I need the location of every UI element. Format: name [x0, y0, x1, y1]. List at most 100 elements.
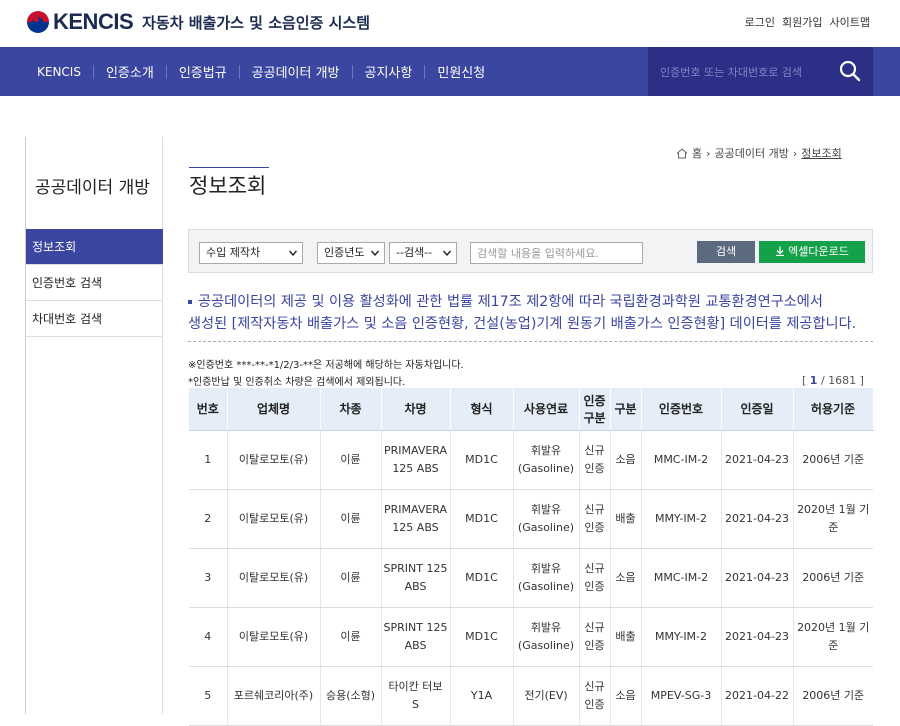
search-field-select[interactable]: --검색--: [389, 242, 457, 264]
divider: [188, 341, 873, 342]
table-row[interactable]: 4 이탈로모토(유) 이륜 SPRINT 125 ABS MD1C 휘발유(Gasolin…: [189, 607, 873, 667]
cell-cert-date: 2021-04-23: [721, 607, 794, 667]
col-header-vehicle-type: 차종: [320, 388, 382, 431]
cell-cert-number: MPEV-SG-3: [641, 666, 722, 726]
cell-model: 타이칸 터보 S: [381, 666, 451, 726]
sidebar-title: 공공데이터 개방: [35, 178, 150, 198]
col-header-company: 업체명: [227, 388, 321, 431]
chevron-down-icon: [289, 250, 297, 256]
logo-text: KENCIS: [53, 9, 134, 34]
nav-item-intro[interactable]: 인증소개: [94, 62, 166, 81]
cell-format: MD1C: [450, 607, 514, 667]
total-pages: / 1681: [820, 374, 857, 387]
col-header-cert-date: 인증일: [721, 388, 794, 431]
global-search-input[interactable]: [658, 63, 833, 81]
cell-format: MD1C: [450, 430, 514, 490]
chevron-right-icon: ›: [706, 146, 711, 160]
sidebar-item-cert-number-search[interactable]: 인증번호 검색: [26, 265, 163, 301]
certification-table: 번호 업체명 차종 차명 형식 사용연료 인증구분 구분 인증번호 인증일 허용…: [189, 388, 874, 726]
search-field-value: --검색--: [396, 246, 433, 259]
cell-no: 4: [189, 607, 228, 667]
cell-fuel: 휘발유(Gasoline): [513, 607, 580, 667]
table-row[interactable]: 3 이탈로모토(유) 이륜 SPRINT 125 ABS MD1C 휘발유(Gasolin…: [189, 548, 873, 608]
current-page: 1: [809, 374, 818, 387]
search-icon[interactable]: [839, 60, 861, 82]
cell-standard: 2020년 1월 기준: [793, 607, 873, 667]
cell-cert-number: MMC-IM-2: [641, 548, 722, 608]
page-indicator: [ 1 / 1681 ]: [802, 374, 864, 387]
table-header-row: 번호 업체명 차종 차명 형식 사용연료 인증구분 구분 인증번호 인증일 허용…: [189, 388, 874, 431]
table-row[interactable]: 2 이탈로모토(유) 이륜 PRIMAVERA 125 ABS MD1C 휘발유(Gaso…: [189, 489, 873, 549]
excel-download-label: 엑셀다운로드: [788, 245, 849, 258]
cell-fuel: 휘발유(Gasoline): [513, 489, 580, 549]
col-header-format: 형식: [450, 388, 514, 431]
col-header-model: 차명: [381, 388, 451, 431]
site-logo[interactable]: KENCIS 자동차 배출가스 및 소음인증 시스템: [27, 9, 370, 35]
cell-company: 포르쉐코리아(주): [227, 666, 321, 726]
nav-item-open-data[interactable]: 공공데이터 개방: [240, 62, 352, 81]
cell-cert-date: 2021-04-23: [721, 430, 794, 490]
nav-item-kencis[interactable]: KENCIS: [27, 65, 93, 79]
cell-vehicle-type: 이륜: [320, 489, 382, 549]
cell-format: MD1C: [450, 489, 514, 549]
notice-line-2: 생성된 [제작자동차 배출가스 및 소음 인증현황, 건설(농업)기계 원동기 …: [188, 316, 857, 332]
title-accent-line: [189, 167, 269, 168]
nav-item-law[interactable]: 인증법규: [167, 62, 239, 81]
nav-item-petition[interactable]: 민원신청: [425, 62, 497, 81]
sitemap-link[interactable]: 사이트맵: [830, 14, 870, 30]
sidebar-item-info[interactable]: 정보조회: [26, 229, 163, 265]
breadcrumb-current[interactable]: 정보조회: [801, 145, 841, 161]
search-keyword-input[interactable]: [470, 242, 643, 264]
cell-no: 5: [189, 666, 228, 726]
chevron-right-icon: ›: [792, 146, 798, 160]
year-select[interactable]: 인증년도: [317, 242, 385, 264]
signup-link[interactable]: 회원가입: [782, 14, 822, 30]
logo-subtitle: 자동차 배출가스 및 소음인증 시스템: [142, 13, 371, 32]
cell-company: 이탈로모토(유): [227, 607, 321, 667]
cell-fuel: 휘발유(Gasoline): [513, 548, 580, 608]
taegeuk-logo-icon: [27, 11, 49, 33]
col-header-cert-kind: 인증구분: [579, 388, 611, 431]
col-header-fuel: 사용연료: [513, 388, 580, 431]
page-title: 정보조회: [189, 174, 267, 198]
chevron-down-icon: [371, 250, 379, 256]
home-icon[interactable]: [676, 147, 688, 159]
cell-fuel: 전기(EV): [513, 666, 580, 726]
year-select-value: 인증년도: [324, 246, 365, 259]
excel-download-button[interactable]: 엑셀다운로드: [759, 241, 865, 263]
cell-model: SPRINT 125 ABS: [381, 548, 451, 608]
top-links: 로그인 회원가입 사이트맵: [745, 14, 870, 30]
table-row[interactable]: 1 이탈로모토(유) 이륜 PRIMAVERA 125 ABS MD1C 휘발유(Gaso…: [189, 430, 873, 490]
cell-company: 이탈로모토(유): [227, 548, 321, 608]
cell-company: 이탈로모토(유): [227, 430, 321, 490]
breadcrumb-open-data[interactable]: 공공데이터 개방: [715, 145, 789, 161]
search-button[interactable]: 검색: [697, 241, 755, 263]
download-icon: [776, 246, 785, 257]
pager-open-bracket: [: [802, 374, 807, 387]
cell-category: 배출: [610, 607, 642, 667]
col-header-standard: 허용기준: [793, 388, 874, 431]
table-row[interactable]: 5 포르쉐코리아(주) 승용(소형) 타이칸 터보 S Y1A 전기(EV) 신규인증 소음 M…: [189, 666, 873, 726]
login-link[interactable]: 로그인: [745, 14, 775, 30]
cell-standard: 2020년 1월 기준: [793, 489, 873, 549]
cell-cert-kind: 신규인증: [579, 430, 611, 490]
cell-category: 소음: [610, 430, 642, 490]
cell-vehicle-type: 승용(소형): [320, 666, 382, 726]
sidebar: 공공데이터 개방 정보조회 인증번호 검색 차대번호 검색: [25, 137, 163, 714]
cell-standard: 2006년 기준: [793, 430, 873, 490]
sidebar-item-vin-search[interactable]: 차대번호 검색: [26, 301, 163, 337]
note-excluded: *인증반납 및 인증취소 차량은 검색에서 제외됩니다.: [188, 377, 406, 388]
bullet-icon: [188, 300, 192, 304]
cell-cert-number: MMC-IM-2: [641, 430, 722, 490]
col-header-no: 번호: [189, 388, 228, 431]
cell-model: PRIMAVERA 125 ABS: [381, 430, 451, 490]
breadcrumb-home[interactable]: 홈: [692, 145, 702, 161]
nav-item-notice[interactable]: 공지사항: [353, 62, 425, 81]
cell-cert-kind: 신규인증: [579, 489, 611, 549]
cell-no: 3: [189, 548, 228, 608]
cell-vehicle-type: 이륜: [320, 607, 382, 667]
cell-cert-kind: 신규인증: [579, 548, 611, 608]
cell-format: MD1C: [450, 548, 514, 608]
pager-close-bracket: ]: [859, 374, 864, 387]
maker-type-select[interactable]: 수입 제작차: [199, 242, 303, 264]
